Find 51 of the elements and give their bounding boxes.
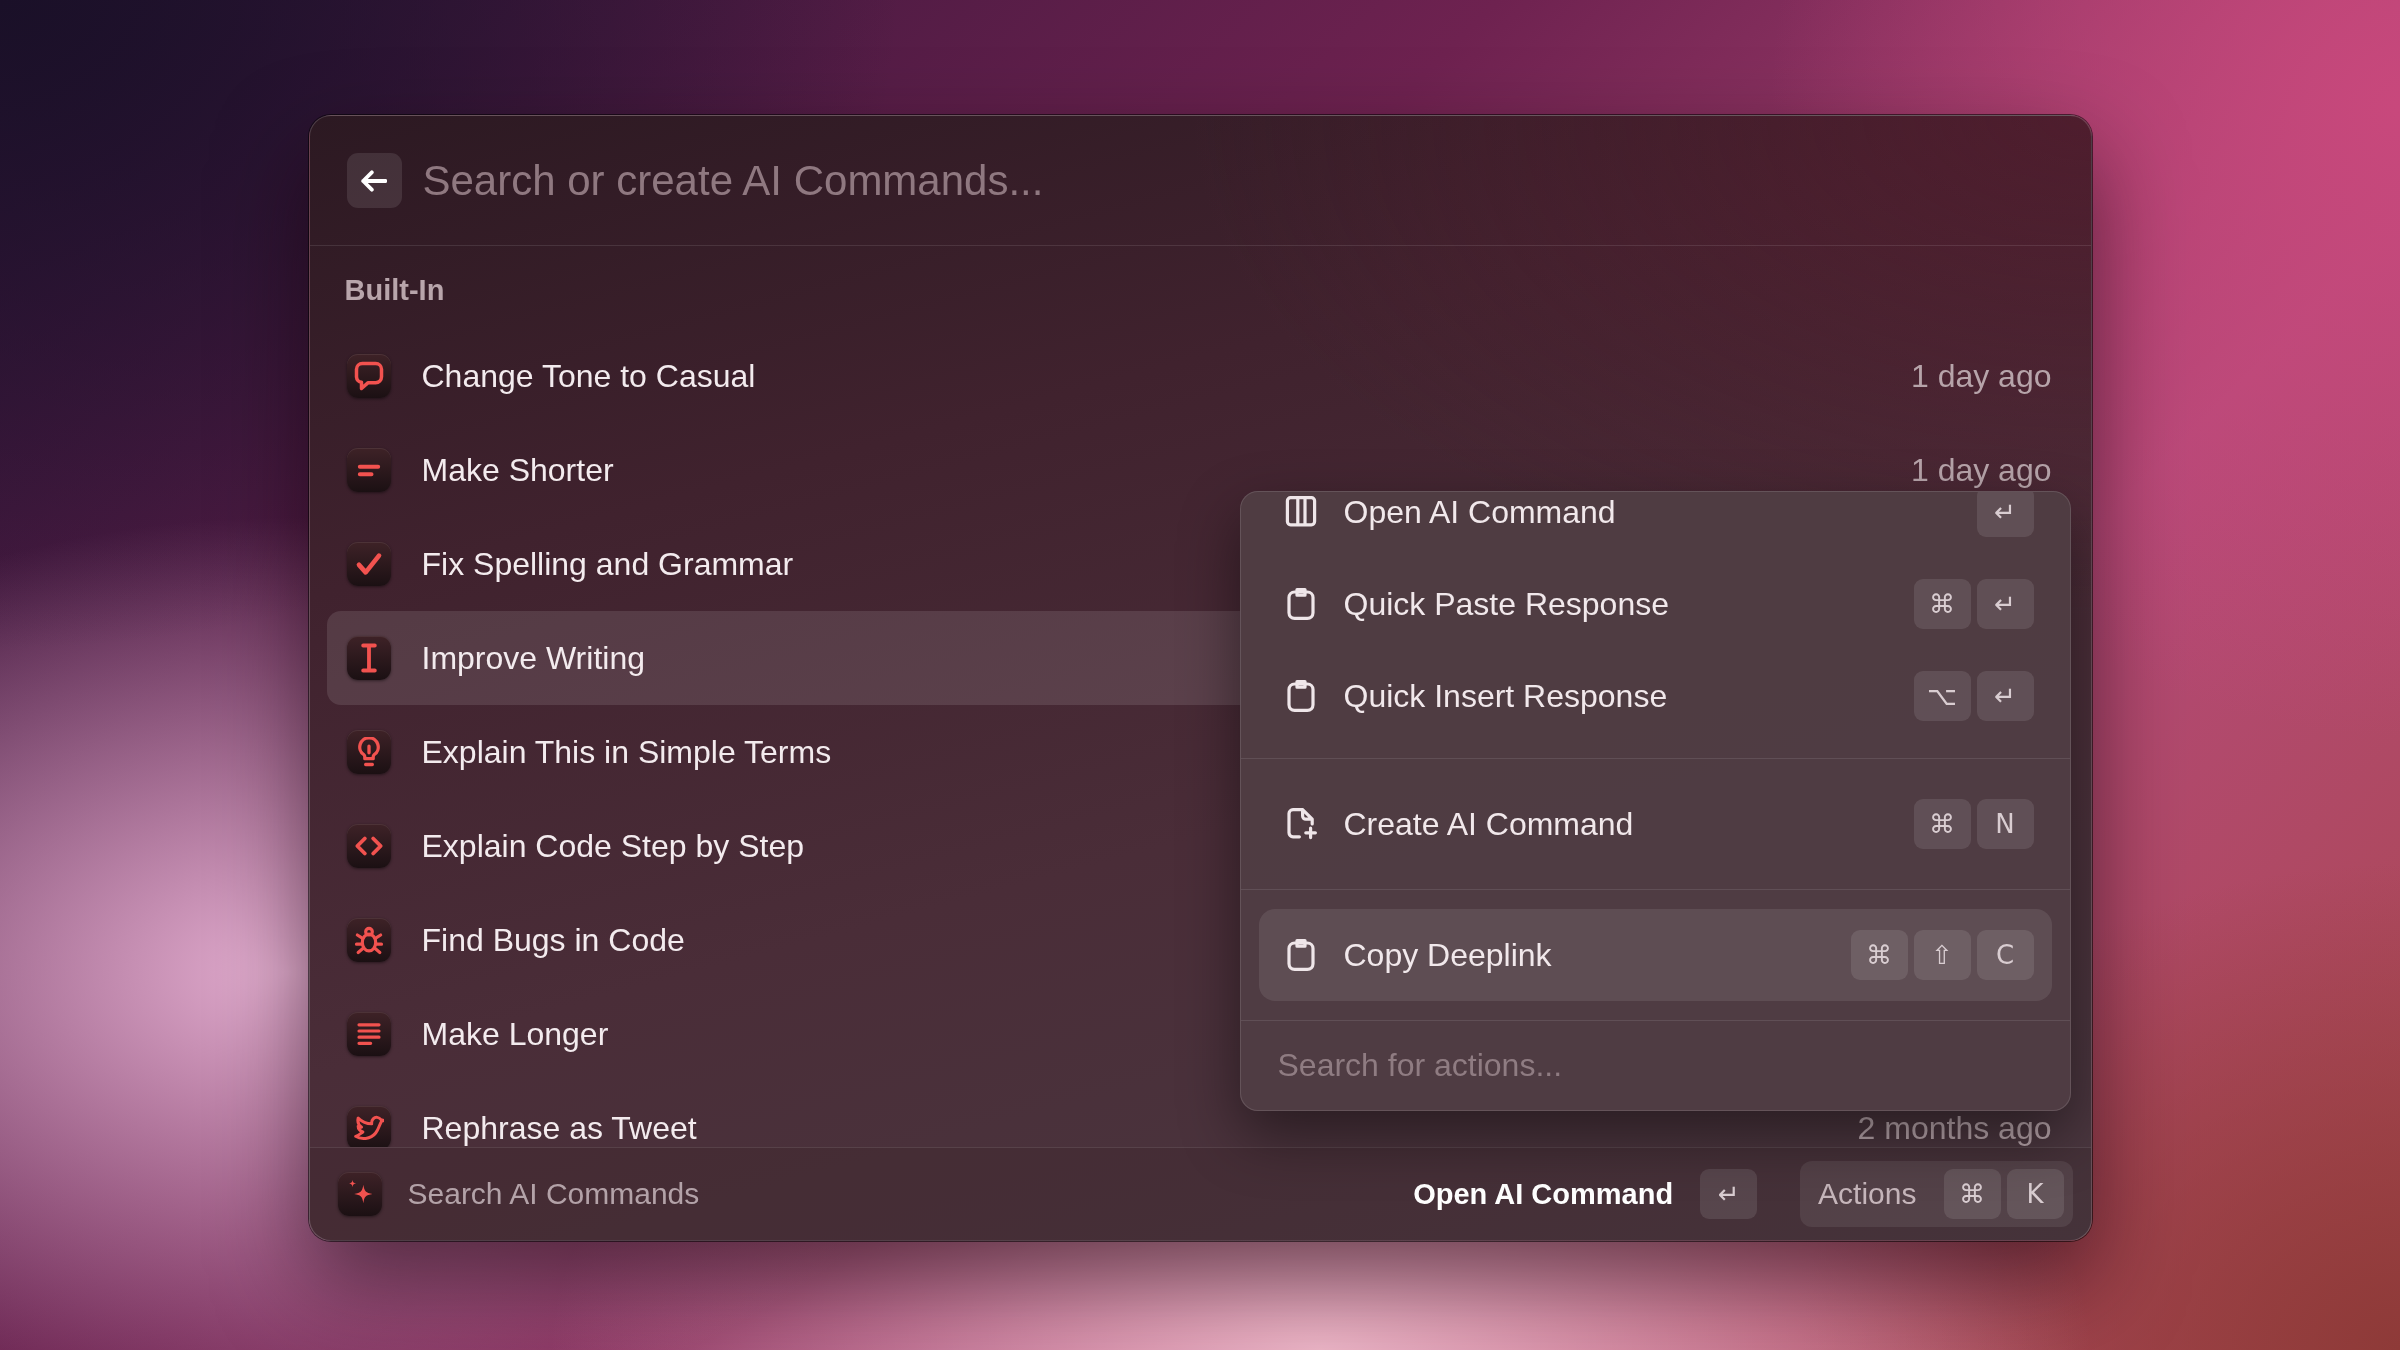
command-row[interactable]: Fix Spelling and Grammar bbox=[326, 517, 1241, 611]
key-cap: ↵ bbox=[1976, 579, 2034, 629]
bug-icon bbox=[346, 918, 391, 962]
section-title: Built-In bbox=[343, 273, 446, 308]
action-item[interactable]: Open AI Command ↵ bbox=[1258, 492, 2052, 558]
chat-bubble-icon bbox=[346, 354, 391, 398]
key-cap: ⌘ bbox=[1913, 579, 1971, 629]
clipboard-icon bbox=[1284, 588, 1317, 620]
document-plus-icon bbox=[1284, 808, 1317, 840]
command-row[interactable]: Explain Code Step by Step bbox=[326, 799, 1241, 893]
action-item[interactable]: Copy Deeplink ⌘ ⇧ C bbox=[1258, 909, 2052, 1001]
command-row[interactable]: Explain This in Simple Terms bbox=[326, 705, 1241, 799]
key-cap: N bbox=[1976, 799, 2034, 849]
command-row[interactable]: Make Longer bbox=[326, 987, 1241, 1081]
footer-title: Search AI Commands bbox=[407, 1177, 700, 1211]
key-cap: ↵ bbox=[1700, 1169, 1758, 1219]
arrow-left-icon bbox=[361, 169, 387, 192]
key-cap: ⌘ bbox=[1913, 799, 1971, 849]
key-cap: K bbox=[2006, 1169, 2064, 1219]
command-row[interactable]: Find Bugs in Code bbox=[326, 893, 1241, 987]
action-item[interactable]: Quick Insert Response ⌥ ↵ bbox=[1258, 650, 2052, 742]
key-cap: ↵ bbox=[1976, 671, 2034, 721]
action-item[interactable]: Quick Paste Response ⌘ ↵ bbox=[1258, 558, 2052, 650]
time-label: 1 day ago bbox=[1910, 360, 2052, 392]
lightbulb-icon bbox=[346, 730, 391, 774]
search-field[interactable]: Search or create AI Commands... bbox=[422, 153, 2054, 208]
text-cursor-icon bbox=[346, 636, 391, 680]
primary-action-button[interactable]: Open AI Command bbox=[1413, 1177, 1674, 1211]
time-label: 2 months ago bbox=[1857, 1112, 2052, 1144]
clipboard-icon bbox=[1284, 680, 1317, 712]
command-row[interactable]: Change Tone to Casual 1 day ago bbox=[326, 329, 2074, 423]
action-search-field[interactable]: Search for actions... bbox=[1240, 1020, 2070, 1110]
back-button[interactable] bbox=[346, 153, 402, 208]
key-cap: ↵ bbox=[1976, 492, 2034, 537]
actions-button[interactable]: Actions ⌘ K bbox=[1800, 1161, 2073, 1227]
command-row[interactable]: Improve Writing bbox=[326, 611, 1241, 705]
key-cap: C bbox=[1976, 930, 2034, 980]
key-cap: ⌥ bbox=[1913, 671, 1971, 721]
text-lines-icon bbox=[346, 1012, 391, 1056]
time-label: 1 day ago bbox=[1910, 454, 2052, 486]
columns-icon bbox=[1284, 496, 1317, 528]
code-brackets-icon bbox=[346, 824, 391, 868]
key-cap: ⌘ bbox=[1943, 1169, 2001, 1219]
short-lines-icon bbox=[346, 448, 391, 492]
checkmark-icon bbox=[346, 542, 391, 586]
key-cap: ⇧ bbox=[1913, 930, 1971, 980]
key-cap: ⌘ bbox=[1850, 930, 1908, 980]
bird-icon bbox=[346, 1106, 391, 1147]
clipboard-icon bbox=[1284, 939, 1317, 971]
action-item[interactable]: Create AI Command ⌘ N bbox=[1258, 778, 2052, 870]
sparkle-icon bbox=[337, 1172, 382, 1216]
